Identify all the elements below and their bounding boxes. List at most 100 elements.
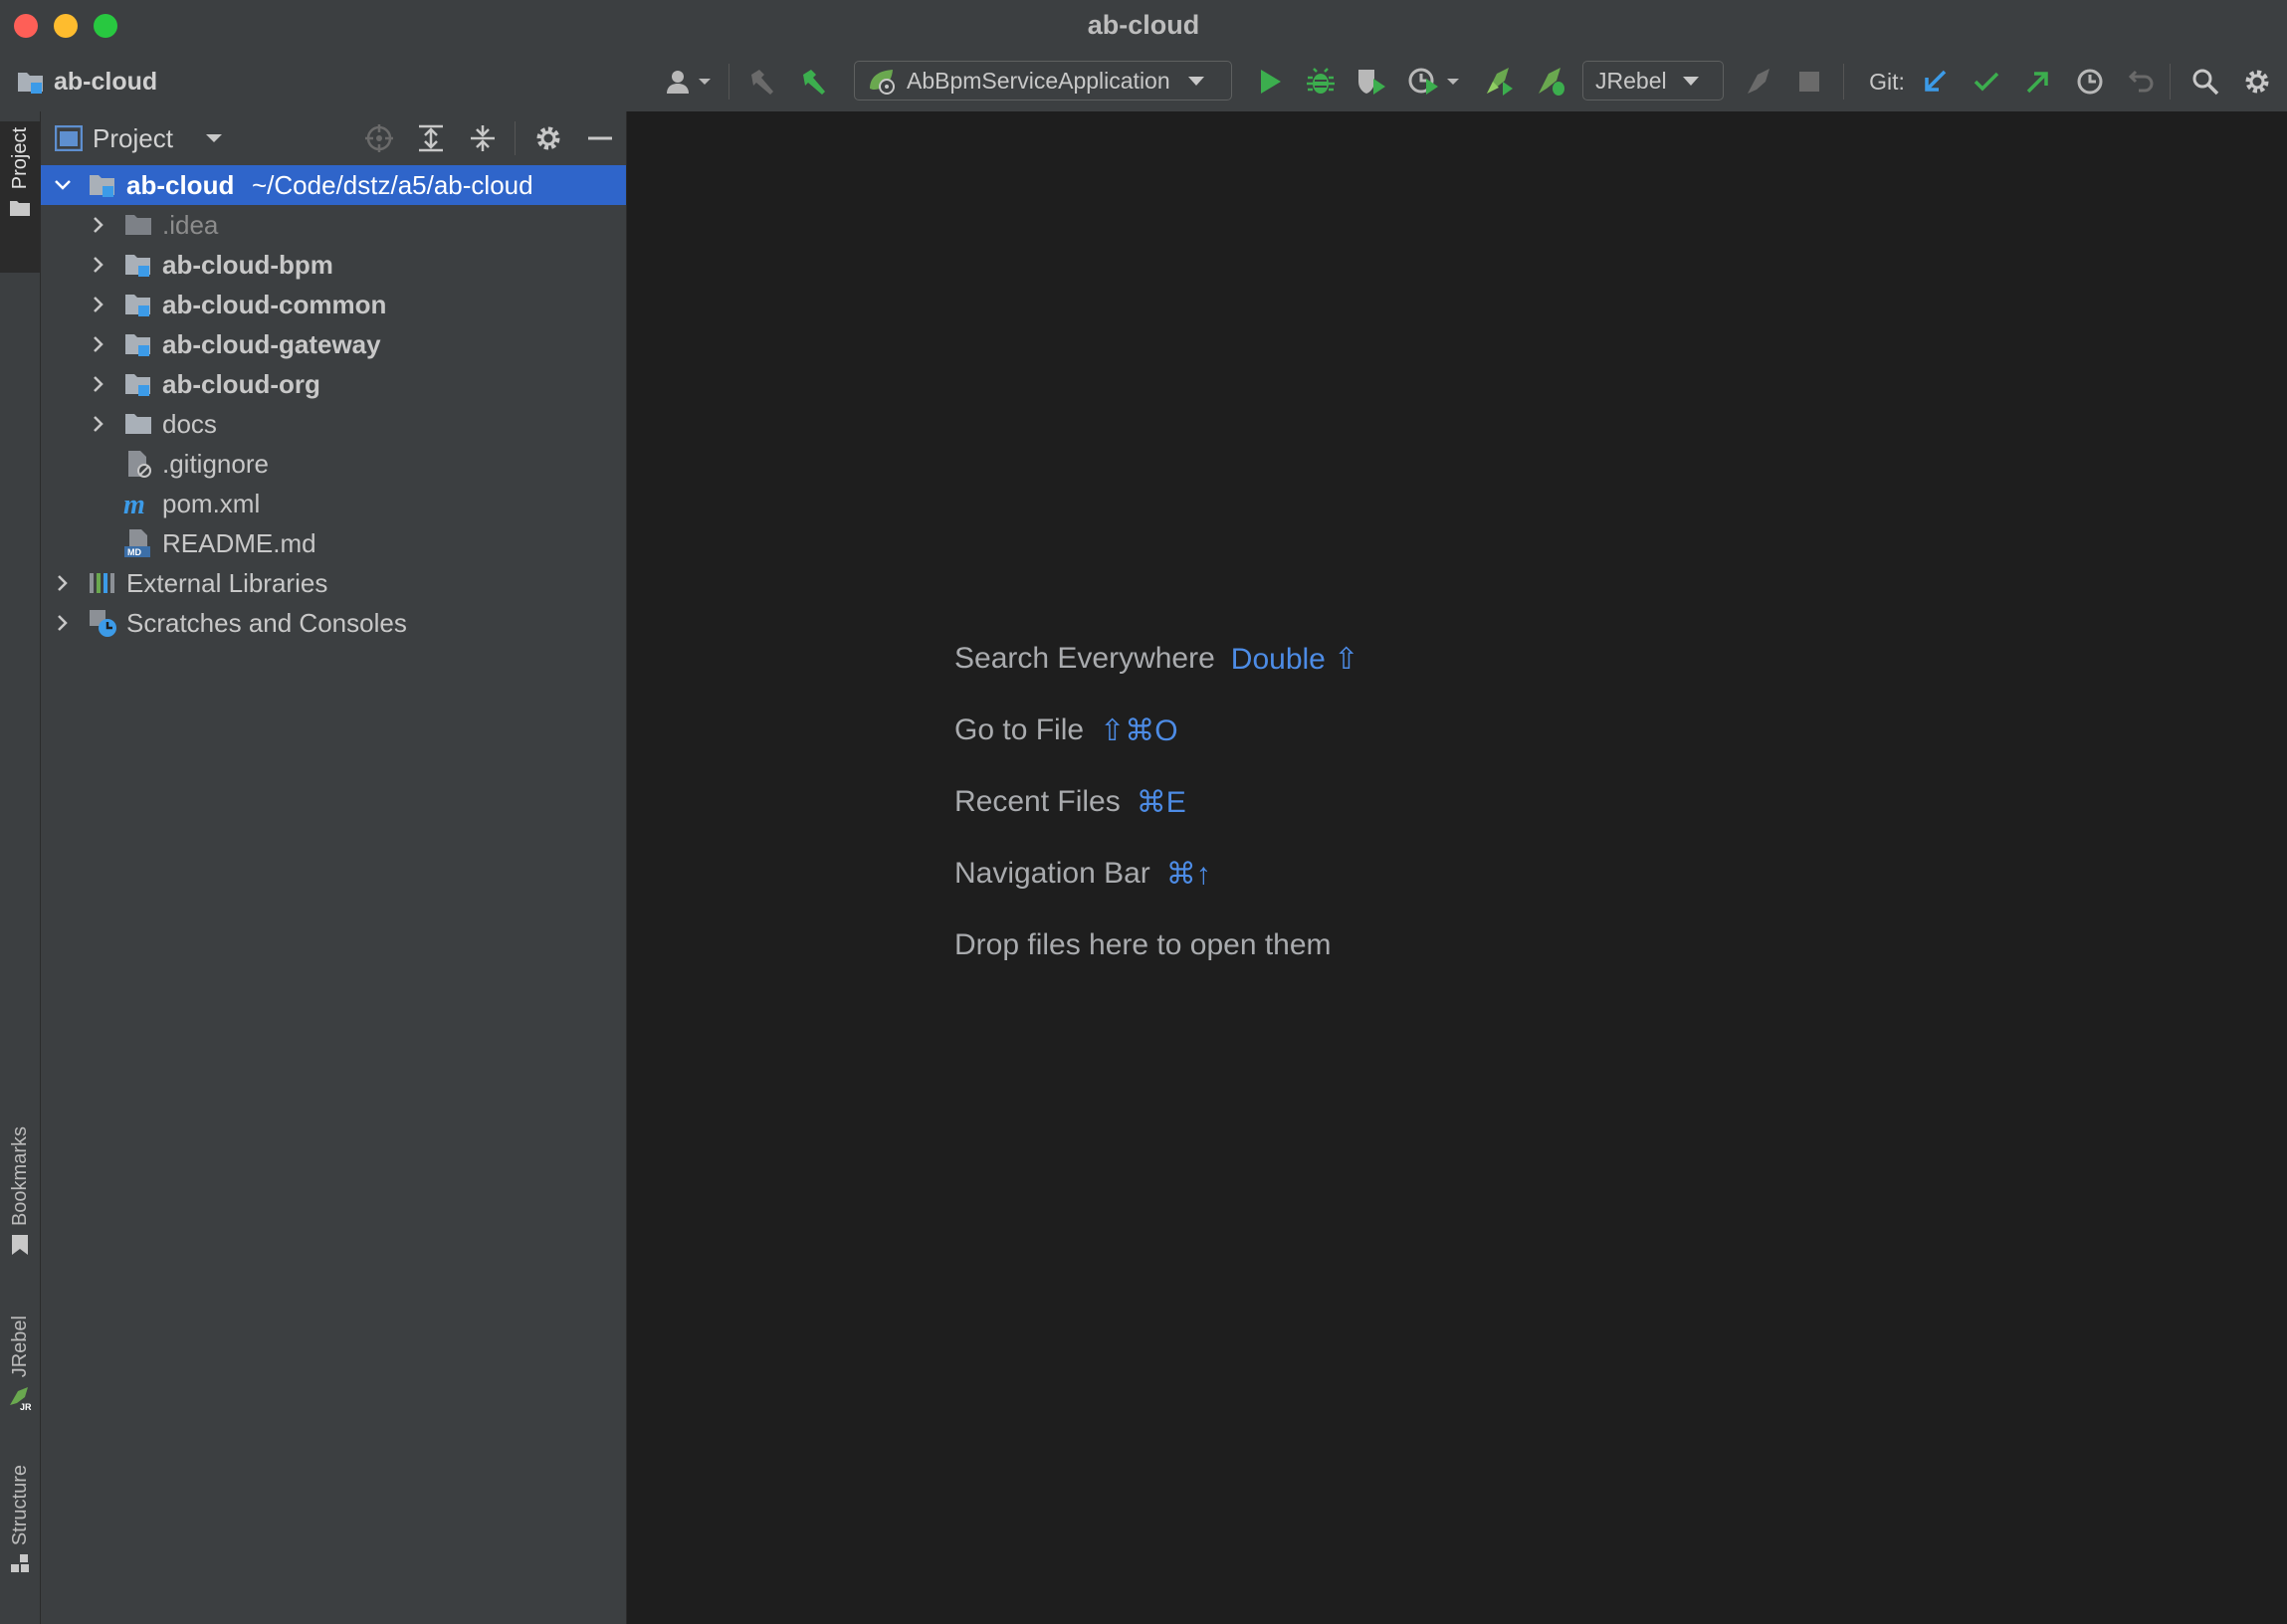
- hint-go-to-file: Go to File ⇧⌘O: [954, 713, 1178, 748]
- scratches-icon: [87, 607, 118, 639]
- module-folder-icon: [122, 289, 154, 320]
- select-opened-file-button[interactable]: [359, 118, 399, 158]
- tree-root-ab-cloud[interactable]: ab-cloud ~/Code/dstz/a5/ab-cloud: [41, 165, 626, 205]
- tree-item-docs[interactable]: docs: [41, 404, 626, 444]
- crosshair-icon: [364, 123, 394, 153]
- hide-panel-button[interactable]: [580, 118, 620, 158]
- git-commit-button[interactable]: [1967, 52, 2006, 111]
- chevron-down-icon: [1187, 76, 1204, 86]
- search-everywhere-button[interactable]: [2185, 52, 2225, 111]
- settings-button[interactable]: [2237, 52, 2277, 111]
- tree-item-label: ab-cloud-common: [162, 289, 387, 319]
- jrebel-tab-label: JRebel: [8, 1316, 31, 1378]
- run-with-coverage-button[interactable]: [1351, 52, 1391, 111]
- tree-item-label: .gitignore: [162, 448, 269, 479]
- window-title: ab-cloud: [1087, 10, 1200, 40]
- build-project-button[interactable]: [742, 52, 782, 111]
- search-icon: [2191, 68, 2219, 96]
- tree-item-idea[interactable]: .idea: [41, 205, 626, 245]
- profiler-button[interactable]: [1401, 52, 1467, 111]
- navigation-breadcrumb[interactable]: ab-cloud: [16, 52, 157, 111]
- arrow-down-left-icon: [1921, 68, 1949, 96]
- stop-icon: [1797, 70, 1821, 94]
- clock-icon: [2076, 68, 2104, 96]
- tree-item-ab-cloud-common[interactable]: ab-cloud-common: [41, 285, 626, 324]
- expand-all-button[interactable]: [411, 118, 451, 158]
- chevron-right-icon[interactable]: [89, 334, 108, 354]
- arrow-up-right-icon: [2024, 68, 2052, 96]
- panel-options-button[interactable]: [528, 118, 568, 158]
- git-history-button[interactable]: [2070, 52, 2110, 111]
- bookmarks-tab-label: Bookmarks: [8, 1126, 31, 1227]
- hint-text: Recent Files: [954, 785, 1121, 818]
- tree-item-ab-cloud-org[interactable]: ab-cloud-org: [41, 364, 626, 404]
- structure-tool-tab[interactable]: Structure: [0, 1465, 40, 1609]
- chevron-right-icon[interactable]: [89, 374, 108, 394]
- libraries-icon: [87, 567, 118, 599]
- stop-button[interactable]: [1789, 52, 1829, 111]
- tree-item-label: README.md: [162, 527, 316, 558]
- module-folder-icon: [16, 68, 46, 96]
- left-tool-stripe: Project Bookmarks JRebel JR Structure: [0, 111, 41, 1624]
- hint-shortcut[interactable]: ⌘E: [1137, 785, 1186, 820]
- hint-shortcut[interactable]: ⇧⌘O: [1100, 713, 1177, 748]
- chevron-right-icon[interactable]: [89, 255, 108, 275]
- jrebel-debug-button[interactable]: [1531, 52, 1570, 111]
- profiler-clock-icon: [1408, 67, 1460, 97]
- account-menu-button[interactable]: [659, 52, 719, 111]
- project-panel-title: Project: [93, 122, 173, 153]
- tree-item-gitignore[interactable]: .gitignore: [41, 444, 626, 484]
- svg-text:JR: JR: [20, 1402, 32, 1411]
- hint-shortcut[interactable]: ⌘↑: [1166, 857, 1211, 892]
- tree-item-scratches-and-consoles[interactable]: Scratches and Consoles: [41, 603, 626, 643]
- run-configuration-label: AbBpmServiceApplication: [907, 67, 1170, 94]
- hammer-disabled-icon: [747, 67, 777, 97]
- debug-button[interactable]: [1301, 52, 1341, 111]
- chevron-right-icon[interactable]: [89, 215, 108, 235]
- bookmark-icon: [11, 1234, 29, 1256]
- maven-icon: m: [122, 488, 154, 519]
- chevron-right-icon[interactable]: [89, 295, 108, 314]
- run-button[interactable]: [1250, 52, 1290, 111]
- expand-all-icon: [416, 123, 446, 153]
- attach-debugger-button[interactable]: [1740, 52, 1779, 111]
- gear-icon: [2242, 67, 2272, 97]
- project-tool-window: Project ab-cloud ~/Code/dstz/a5/ab-cloud…: [41, 111, 627, 1624]
- jrebel-run-button[interactable]: [1479, 52, 1519, 111]
- svg-text:m: m: [123, 490, 145, 517]
- git-rollback-button[interactable]: [2122, 52, 2162, 111]
- collapse-all-button[interactable]: [463, 118, 503, 158]
- chevron-right-icon[interactable]: [53, 613, 73, 633]
- tree-item-label: ab-cloud-org: [162, 368, 320, 399]
- chevron-down-icon[interactable]: [53, 175, 73, 195]
- jrebel-tool-tab[interactable]: JRebel JR: [0, 1316, 40, 1435]
- tree-item-external-libraries[interactable]: External Libraries: [41, 563, 626, 603]
- git-update-button[interactable]: [1915, 52, 1955, 111]
- bookmarks-tool-tab[interactable]: Bookmarks: [0, 1126, 40, 1296]
- module-folder-icon: [122, 368, 154, 400]
- hint-navigation-bar: Navigation Bar ⌘↑: [954, 857, 1211, 892]
- tree-item-ab-cloud-gateway[interactable]: ab-cloud-gateway: [41, 324, 626, 364]
- run-configuration-select[interactable]: AbBpmServiceApplication: [854, 61, 1232, 101]
- breadcrumb-label: ab-cloud: [54, 67, 158, 96]
- module-folder-icon: [122, 328, 154, 360]
- build-button[interactable]: [794, 52, 834, 111]
- tree-item-readme-md[interactable]: MD README.md: [41, 523, 626, 563]
- undo-icon: [2128, 68, 2156, 96]
- structure-tab-label: Structure: [8, 1465, 31, 1546]
- tree-item-label: Scratches and Consoles: [126, 607, 407, 638]
- chevron-right-icon[interactable]: [53, 573, 73, 593]
- tree-item-pom-xml[interactable]: m pom.xml: [41, 484, 626, 523]
- tree-item-label: .idea: [162, 209, 219, 240]
- project-view-selector[interactable]: Project: [55, 123, 223, 154]
- chevron-right-icon[interactable]: [89, 414, 108, 434]
- ignore-file-icon: [122, 448, 154, 480]
- project-tool-tab[interactable]: Project: [0, 121, 40, 273]
- hint-shortcut[interactable]: Double ⇧: [1231, 642, 1359, 677]
- jrebel-configuration-select[interactable]: JRebel: [1582, 61, 1724, 101]
- ide-window: ab-cloud ab-cloud AbBpmServiceApplicatio…: [0, 0, 2287, 1624]
- git-push-button[interactable]: [2018, 52, 2058, 111]
- tree-item-ab-cloud-bpm[interactable]: ab-cloud-bpm: [41, 245, 626, 285]
- markdown-file-icon: MD: [122, 527, 154, 559]
- editor-empty-area[interactable]: Search Everywhere Double ⇧ Go to File ⇧⌘…: [627, 111, 2287, 1624]
